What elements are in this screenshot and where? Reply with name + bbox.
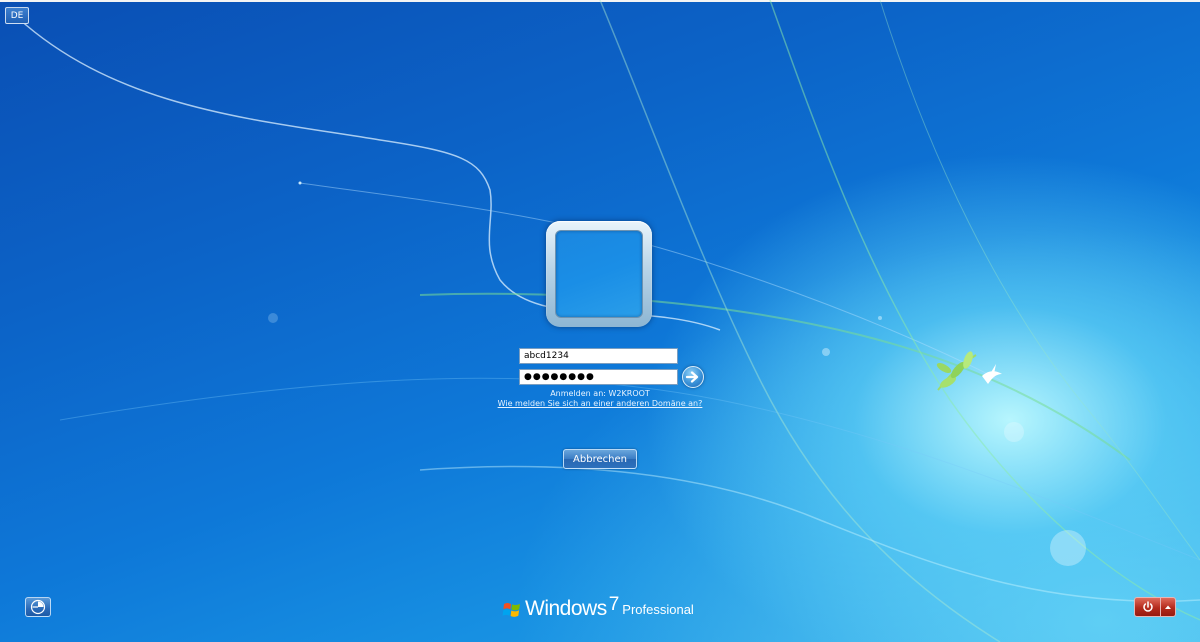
power-icon bbox=[1142, 601, 1153, 612]
shutdown-options-button[interactable] bbox=[1160, 597, 1176, 617]
brand-edition: Professional bbox=[622, 602, 694, 617]
logon-screen: DE Anmelden an: W2KROOT Wie melden Sie s… bbox=[0, 0, 1200, 642]
ease-of-access-button[interactable] bbox=[25, 597, 51, 617]
windows-flag-icon bbox=[502, 603, 520, 617]
username-field[interactable] bbox=[519, 348, 678, 364]
user-picture bbox=[555, 230, 643, 318]
user-picture-frame bbox=[546, 221, 652, 327]
windows-branding: Windows 7 Professional bbox=[502, 594, 694, 620]
language-indicator[interactable]: DE bbox=[5, 7, 29, 24]
shutdown-controls bbox=[1134, 597, 1176, 617]
ease-of-access-icon bbox=[30, 599, 46, 615]
caret-up-icon bbox=[1165, 605, 1171, 609]
password-field[interactable] bbox=[519, 369, 678, 385]
brand-version: 7 bbox=[608, 594, 620, 615]
domain-help-link[interactable]: Wie melden Sie sich an einer anderen Dom… bbox=[0, 399, 1200, 408]
cancel-button[interactable]: Abbrechen bbox=[563, 449, 637, 469]
shutdown-button[interactable] bbox=[1134, 597, 1160, 617]
signin-domain-text: Anmelden an: W2KROOT bbox=[550, 389, 650, 398]
brand-product: Windows bbox=[525, 597, 607, 620]
submit-button[interactable] bbox=[682, 366, 704, 388]
arrow-right-icon bbox=[686, 371, 699, 383]
